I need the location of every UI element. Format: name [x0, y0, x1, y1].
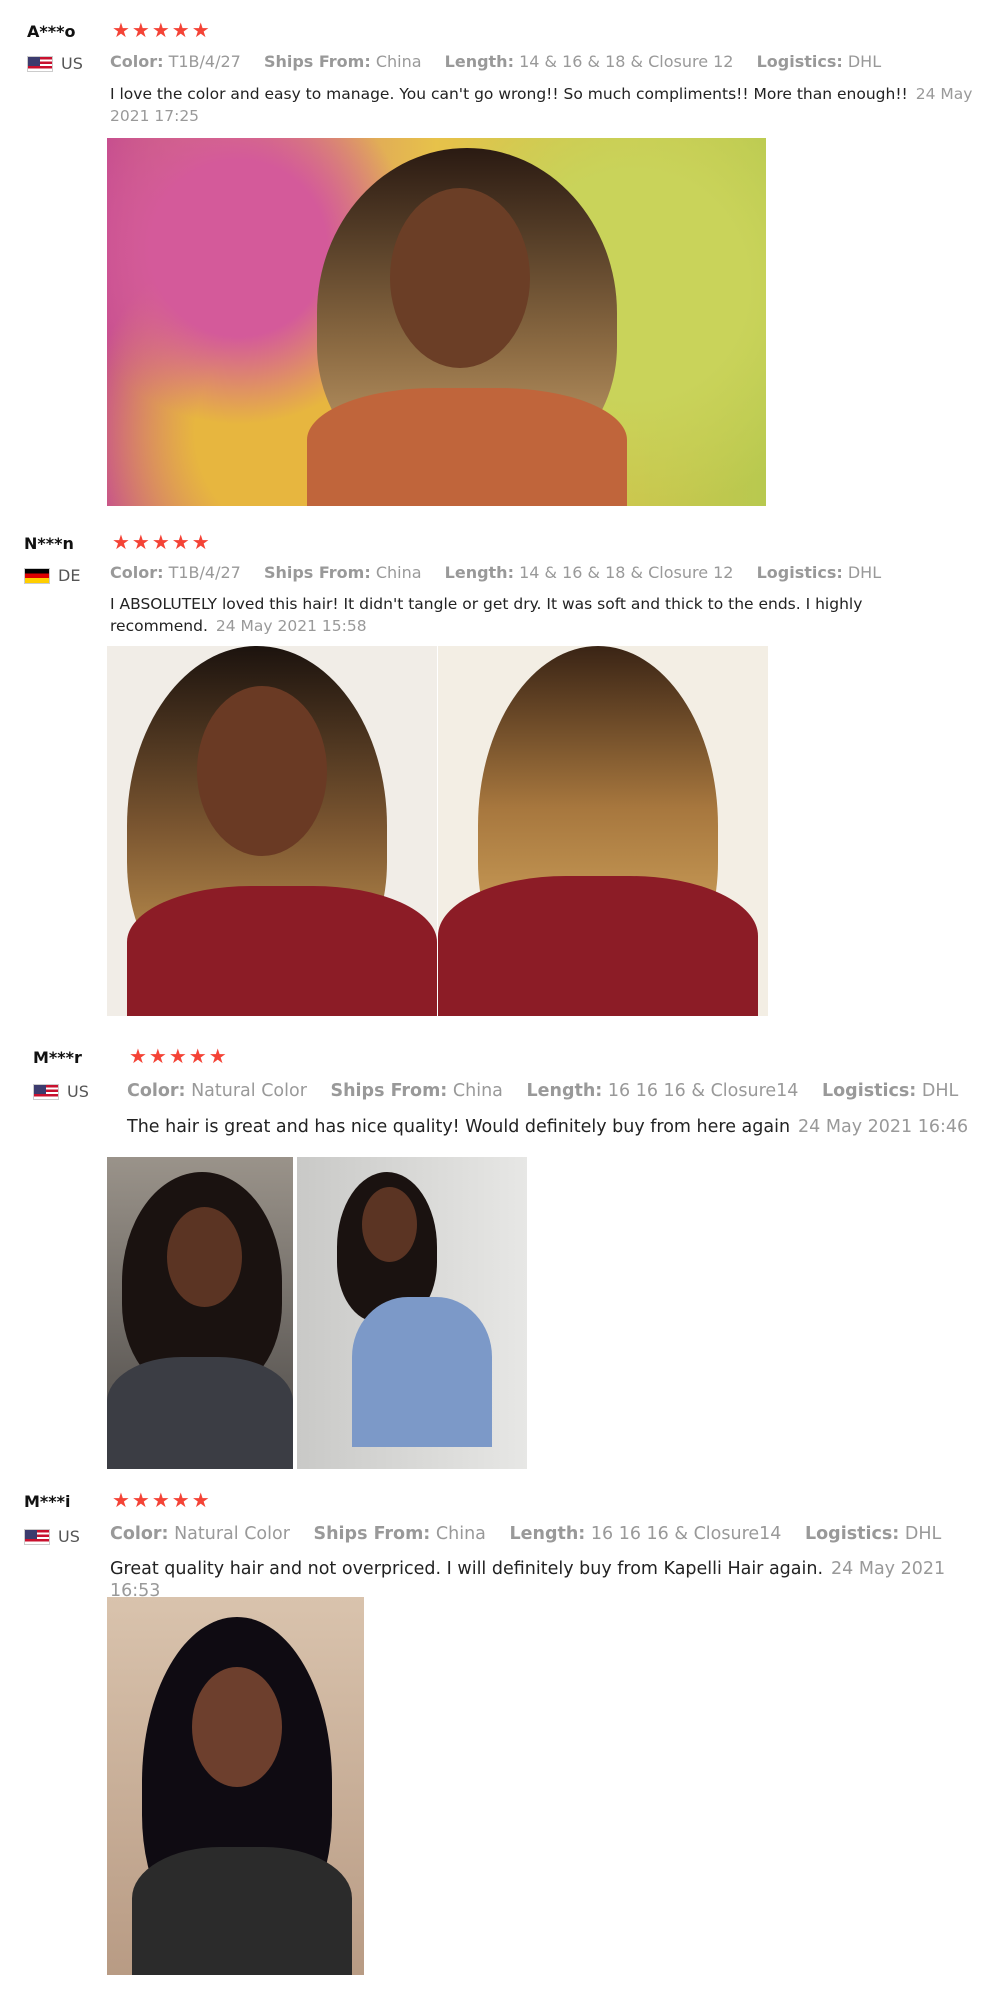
star-rating: ★★★★★	[112, 18, 212, 42]
review-text: Great quality hair and not overpriced. I…	[110, 1559, 946, 1601]
reviewer-name: M***r	[33, 1048, 82, 1067]
review-meta: Color: T1B/4/27 Ships From: China Length…	[110, 52, 882, 71]
review-date: 24 May 2021 16:46	[798, 1117, 969, 1137]
photo-subject-body	[352, 1297, 492, 1447]
reviewer-country: US	[24, 1527, 80, 1546]
reviewer-name: N***n	[24, 534, 74, 553]
country-code: US	[67, 1082, 89, 1101]
review-photo[interactable]	[107, 1597, 364, 1975]
reviewer-name: M***i	[24, 1492, 71, 1511]
de-flag-icon	[24, 567, 50, 584]
photo-subject-body	[132, 1847, 352, 1975]
country-code: US	[61, 54, 83, 73]
review-text: I love the color and easy to manage. You…	[110, 85, 973, 125]
country-code: DE	[58, 566, 81, 585]
photo-subject-body	[127, 886, 437, 1016]
review-meta: Color: Natural Color Ships From: China L…	[110, 1524, 942, 1544]
photo-subject-face	[390, 188, 530, 368]
us-flag-icon	[24, 1528, 50, 1545]
review-photo[interactable]	[297, 1157, 527, 1469]
us-flag-icon	[27, 55, 53, 72]
review-photo[interactable]	[107, 1157, 293, 1469]
reviewer-name: A***o	[27, 22, 76, 41]
review-photo[interactable]	[107, 646, 437, 1016]
photo-subject-face	[362, 1187, 417, 1262]
review-text: I ABSOLUTELY loved this hair! It didn't …	[110, 595, 863, 635]
reviewer-country: US	[27, 54, 83, 73]
photo-subject-face	[167, 1207, 242, 1307]
reviewer-country: DE	[24, 566, 80, 585]
photo-subject-face	[192, 1667, 282, 1787]
review-text: The hair is great and has nice quality! …	[127, 1117, 969, 1137]
review-date: 24 May 2021 15:58	[215, 617, 367, 635]
review-photo[interactable]	[107, 138, 766, 506]
photo-subject-body	[438, 876, 758, 1016]
star-rating: ★★★★★	[112, 530, 212, 554]
star-rating: ★★★★★	[112, 1488, 212, 1512]
photo-subject-face	[197, 686, 327, 856]
review-meta: Color: T1B/4/27 Ships From: China Length…	[110, 563, 882, 582]
country-code: US	[58, 1527, 80, 1546]
reviewer-country: US	[33, 1082, 89, 1101]
review-meta: Color: Natural Color Ships From: China L…	[127, 1081, 959, 1101]
photo-subject-body	[307, 388, 627, 506]
us-flag-icon	[33, 1083, 59, 1100]
review-photo[interactable]	[438, 646, 768, 1016]
photo-subject-body	[107, 1357, 293, 1469]
star-rating: ★★★★★	[129, 1044, 229, 1068]
